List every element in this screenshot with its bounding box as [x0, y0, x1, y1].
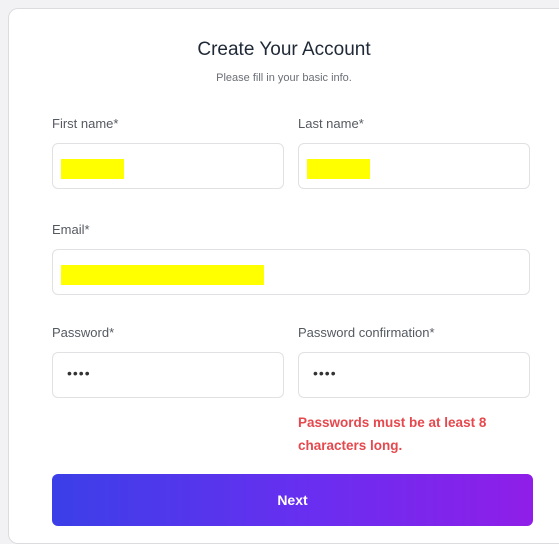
form-title: Create Your Account: [197, 39, 371, 60]
first-name-field[interactable]: [52, 143, 284, 189]
password-label: Password*: [52, 325, 115, 340]
signup-card: Create Your Account Please fill in your …: [8, 8, 559, 544]
password-confirmation-label: Password confirmation*: [298, 325, 435, 340]
form-subtitle: Please fill in your basic info.: [216, 72, 352, 84]
last-name-field[interactable]: [298, 143, 530, 189]
password-error-message: Passwords must be at least 8 characters …: [298, 415, 487, 453]
redacted-value: [307, 159, 370, 179]
first-name-label: First name*: [52, 116, 119, 131]
redacted-value: [61, 159, 124, 179]
last-name-label: Last name*: [298, 116, 364, 131]
next-button[interactable]: Next: [52, 474, 533, 526]
password-field[interactable]: ••••: [52, 352, 284, 398]
password-masked-value: ••••: [67, 365, 91, 381]
email-label: Email*: [52, 222, 90, 237]
redacted-value: [61, 265, 264, 285]
email-field[interactable]: [52, 249, 530, 295]
password-confirmation-field[interactable]: ••••: [298, 352, 530, 398]
password-confirmation-masked-value: ••••: [313, 365, 337, 381]
